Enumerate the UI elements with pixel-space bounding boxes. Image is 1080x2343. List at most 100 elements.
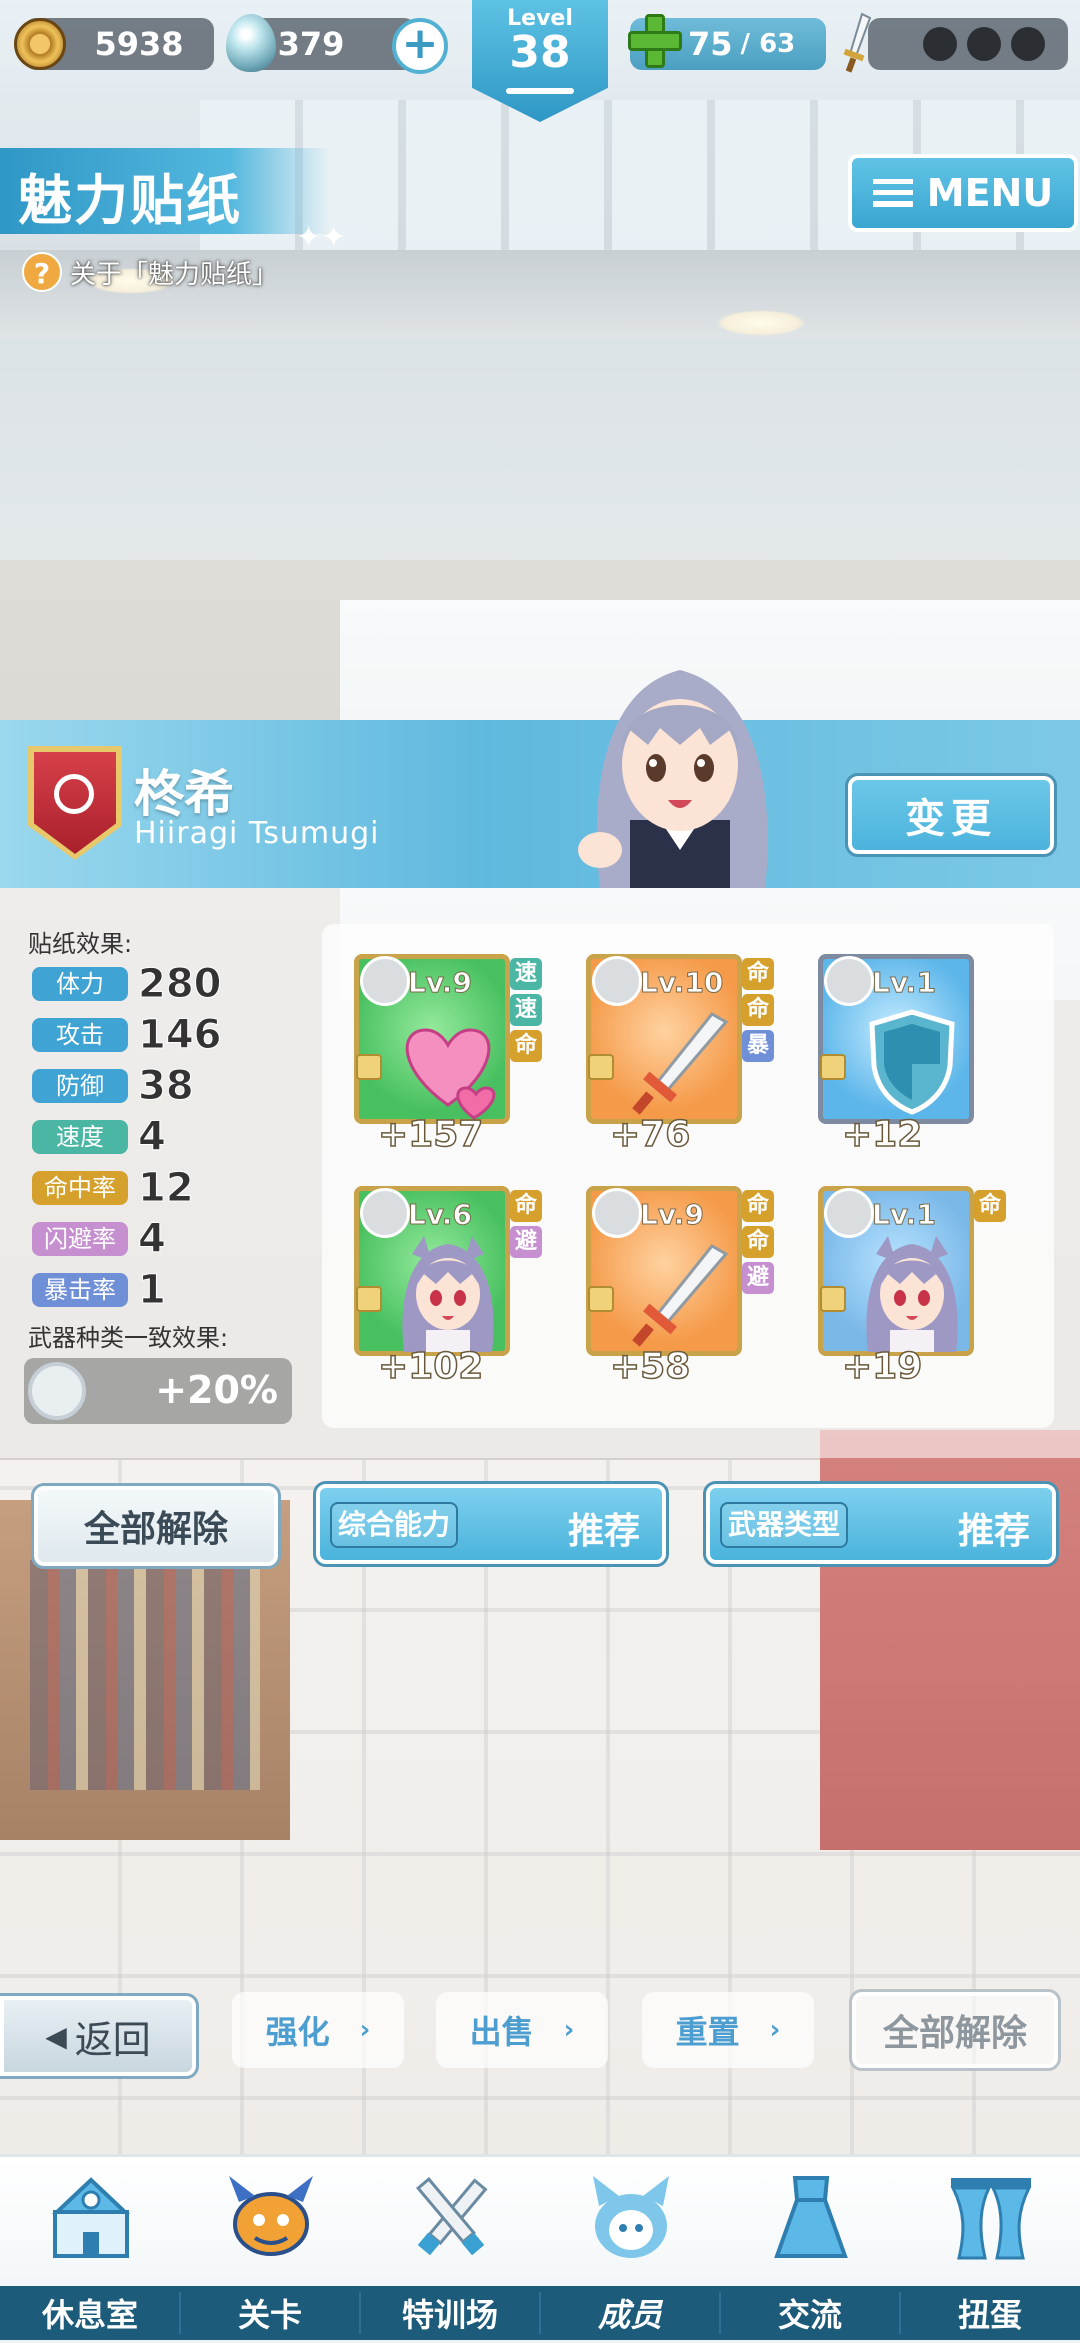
- sticker-tag: 命: [742, 1226, 774, 1258]
- stat-row: 命中率 12: [32, 1165, 194, 1212]
- help-icon: ?: [22, 252, 62, 292]
- nav-separator: [719, 2292, 721, 2334]
- weapon-type-icon: [360, 956, 410, 1006]
- stamina-plus-icon[interactable]: [626, 12, 684, 70]
- sticker-card[interactable]: Lv.9 +157 速速命: [330, 930, 542, 1156]
- nav-item[interactable]: 成员: [540, 2160, 720, 2340]
- nav-item-label: 成员: [597, 2296, 662, 2334]
- nav-item[interactable]: 特训场: [360, 2160, 540, 2340]
- stat-value: 4: [138, 1216, 167, 1263]
- sticker-tags: 命命避: [742, 1190, 774, 1294]
- lock-icon: [356, 1286, 382, 1312]
- sticker-tag: 命: [742, 958, 774, 990]
- gem-count: 379: [277, 25, 345, 63]
- stat-label: 体力: [32, 967, 128, 1001]
- nav-separator: [179, 2292, 181, 2334]
- sword-icon: [632, 1012, 729, 1115]
- sticker-level: Lv.6: [408, 1198, 473, 1232]
- stat-label: 速度: [32, 1120, 128, 1154]
- sticker-tags: 命避: [510, 1190, 542, 1258]
- sticker-card[interactable]: Lv.1 +12: [794, 930, 990, 1156]
- release-all-label: 全部解除: [83, 1509, 228, 1550]
- character-portrait: [578, 670, 768, 888]
- nav-item-label: 特训场: [401, 2296, 498, 2334]
- nav-item-label: 扭蛋: [957, 2296, 1022, 2334]
- stat-label: 闪避率: [32, 1222, 128, 1256]
- reset-button[interactable]: 重置 ›: [642, 1992, 814, 2068]
- sticker-bonus: +76: [609, 1113, 691, 1156]
- stat-row: 速度 4: [32, 1114, 166, 1161]
- nav-separator: [359, 2292, 361, 2334]
- sticker-level: Lv.9: [408, 966, 473, 1000]
- sell-button[interactable]: 出售 ›: [436, 1992, 608, 2068]
- sticker-tag: 速: [510, 994, 542, 1026]
- stat-value: 1: [138, 1267, 167, 1314]
- sticker-bonus: +58: [609, 1345, 691, 1388]
- school-icon: [51, 2177, 131, 2258]
- nav-item[interactable]: 扭蛋: [900, 2160, 1080, 2340]
- back-arrow-icon: ◀: [45, 2019, 67, 2053]
- sticker-card[interactable]: Lv.6 +102 命避: [330, 1162, 542, 1388]
- weapon-type-icon: [592, 1188, 642, 1238]
- sticker-bonus: +157: [377, 1113, 484, 1156]
- ticket-slot-dot: [967, 27, 1001, 61]
- weapon-match-value: +20%: [155, 1368, 278, 1412]
- coin-icon: [14, 18, 66, 70]
- back-button[interactable]: ◀ 返回: [0, 1993, 199, 2079]
- recommend-weapon-sublabel: 武器类型: [720, 1502, 849, 1548]
- stat-value: 280: [138, 961, 222, 1008]
- recommend-weapon-label: 推荐: [957, 1511, 1030, 1552]
- lock-icon: [588, 1054, 614, 1080]
- sticker-bonus: +12: [841, 1113, 923, 1156]
- lock-icon: [588, 1286, 614, 1312]
- sticker-tags: 命: [974, 1190, 1006, 1222]
- sticker-level: Lv.1: [872, 1198, 937, 1232]
- level-number: 38: [509, 27, 571, 78]
- gem-icon: [226, 14, 276, 72]
- level-progress-bar: [506, 88, 574, 94]
- stamina-max: / 63: [740, 29, 796, 59]
- weapon-type-icon: [592, 956, 642, 1006]
- reset-label: 重置: [675, 2013, 740, 2051]
- release-all-disabled-label: 全部解除: [882, 2013, 1027, 2054]
- change-character-button[interactable]: 变更: [845, 773, 1057, 857]
- nav-item[interactable]: 交流: [720, 2160, 900, 2340]
- menu-button-label: MENU: [926, 171, 1054, 215]
- weapon-match-bonus: +20%: [24, 1358, 292, 1424]
- change-character-label: 变更: [905, 796, 997, 842]
- sticker-level: Lv.1: [872, 966, 937, 1000]
- release-all-button[interactable]: 全部解除: [31, 1483, 281, 1569]
- enhance-label: 强化: [265, 2013, 330, 2051]
- sticker-bonus: +19: [841, 1345, 923, 1388]
- ticket-slot-dot: [923, 27, 957, 61]
- dress-icon: [774, 2176, 848, 2258]
- nav-separator: [899, 2292, 901, 2334]
- sticker-card[interactable]: Lv.1 +19 命: [794, 1162, 1006, 1388]
- recommend-overall-button[interactable]: 综合能力 推荐: [313, 1481, 669, 1567]
- stamina-current: 75: [688, 25, 733, 63]
- coin-count: 5938: [94, 25, 184, 63]
- member-cat-icon: [593, 2176, 669, 2258]
- release-all-disabled-button[interactable]: 全部解除: [849, 1989, 1061, 2071]
- recommend-weapon-button[interactable]: 武器类型 推荐: [703, 1481, 1059, 1567]
- weapon-type-icon: [360, 1188, 410, 1238]
- sticker-tag: 速: [510, 958, 542, 990]
- enhance-button[interactable]: 强化 ›: [232, 1992, 404, 2068]
- sticker-tag: 命: [742, 994, 774, 1026]
- sell-label: 出售: [469, 2013, 534, 2051]
- sticker-tag: 避: [510, 1226, 542, 1258]
- chevron-right-icon: ›: [359, 2015, 371, 2045]
- nav-item[interactable]: 关卡: [180, 2160, 360, 2340]
- nav-item-label: 关卡: [237, 2296, 302, 2334]
- nav-item[interactable]: 休息室: [0, 2160, 180, 2340]
- sticker-card[interactable]: Lv.9 +58 命命避: [562, 1162, 774, 1388]
- chevron-right-icon: ›: [769, 2015, 781, 2045]
- stat-value: 38: [138, 1063, 195, 1110]
- add-gems-button[interactable]: +: [392, 18, 448, 74]
- sticker-card[interactable]: Lv.10 +76 命命暴: [562, 930, 774, 1156]
- girl-portrait: [866, 1236, 958, 1352]
- about-link[interactable]: ? 关于「魅力贴纸」: [22, 252, 278, 292]
- lock-icon: [820, 1054, 846, 1080]
- sticker-bonus: +102: [377, 1345, 484, 1388]
- menu-button[interactable]: MENU: [848, 154, 1078, 232]
